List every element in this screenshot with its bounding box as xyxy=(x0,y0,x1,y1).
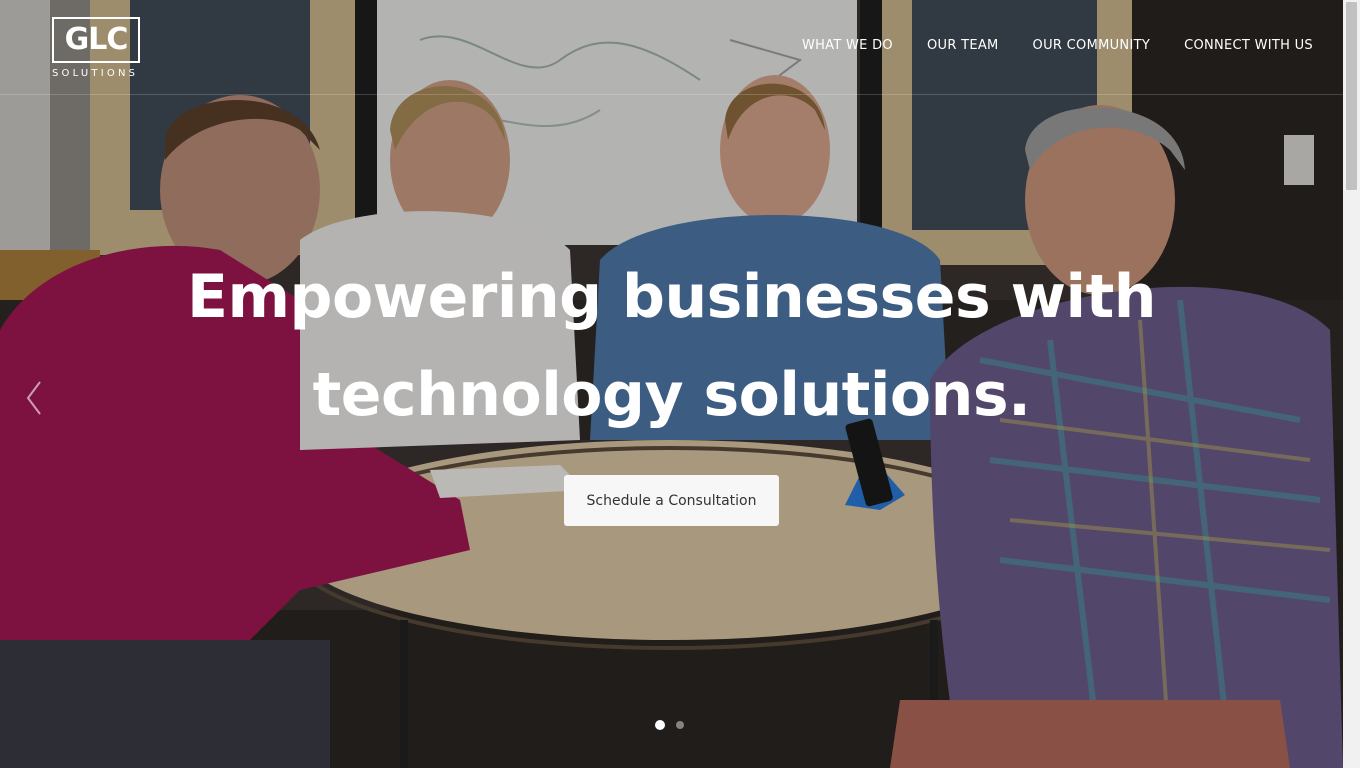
hero-section: GLC SOLUTIONS WHAT WE DO OUR TEAM OUR CO… xyxy=(0,0,1343,768)
hero-headline-line-1: Empowering businesses with xyxy=(187,262,1156,332)
scrollbar-thumb[interactable] xyxy=(1346,2,1357,190)
carousel-indicators xyxy=(655,720,684,730)
nav-item-our-team[interactable]: OUR TEAM xyxy=(927,36,999,56)
carousel-dot-1[interactable] xyxy=(655,720,665,730)
hero-headline-line-2: technology solutions. xyxy=(312,360,1031,430)
glc-solutions-logo[interactable]: GLC SOLUTIONS xyxy=(52,17,148,81)
main-nav: WHAT WE DO OUR TEAM OUR COMMUNITY CONNEC… xyxy=(802,36,1313,56)
logo-mark: GLC xyxy=(64,22,129,57)
site-header: GLC SOLUTIONS WHAT WE DO OUR TEAM OUR CO… xyxy=(0,0,1343,95)
page: GLC SOLUTIONS WHAT WE DO OUR TEAM OUR CO… xyxy=(0,0,1360,768)
logo-box: GLC xyxy=(52,17,140,63)
nav-item-connect-with-us[interactable]: CONNECT WITH US xyxy=(1184,36,1313,56)
page-scrollbar[interactable] xyxy=(1343,0,1360,768)
hero-headline: Empowering businesses with technology so… xyxy=(0,248,1343,444)
carousel-dot-2[interactable] xyxy=(676,721,684,729)
nav-item-our-community[interactable]: OUR COMMUNITY xyxy=(1033,36,1151,56)
schedule-consultation-button[interactable]: Schedule a Consultation xyxy=(564,475,779,526)
nav-item-what-we-do[interactable]: WHAT WE DO xyxy=(802,36,893,56)
logo-subtitle: SOLUTIONS xyxy=(52,68,139,79)
